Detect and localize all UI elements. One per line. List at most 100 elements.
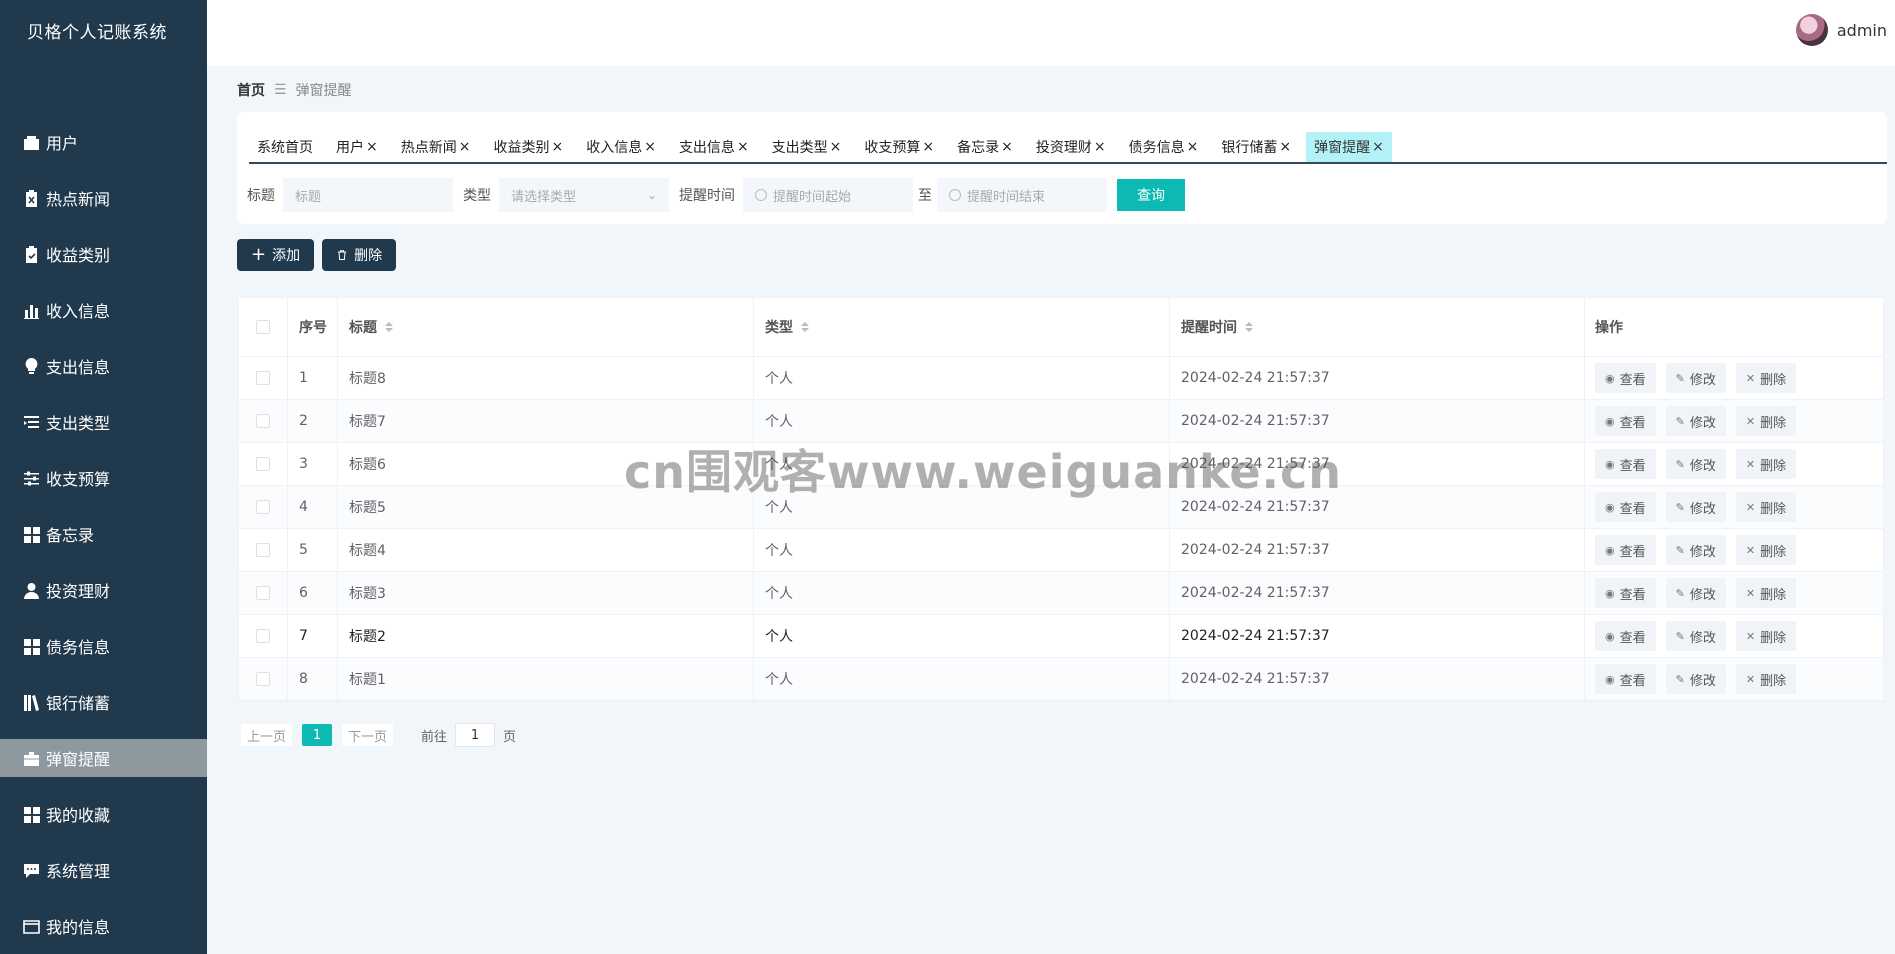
next-page-button[interactable]: 下一页 (342, 724, 394, 746)
eye-icon: ◉ (1605, 629, 1615, 643)
row-checkbox[interactable] (256, 414, 270, 428)
tab-2[interactable]: 热点新闻 × (392, 132, 479, 162)
row-delete-button[interactable]: ✕ 删除 (1735, 664, 1797, 694)
sidebar-item-3[interactable]: 收入信息 (0, 291, 207, 329)
user-menu[interactable]: admin (1795, 14, 1887, 46)
close-icon[interactable]: × (551, 139, 563, 155)
view-button[interactable]: ◉ 查看 (1595, 406, 1656, 436)
tab-9[interactable]: 投资理财 × (1027, 132, 1114, 162)
sidebar-item-9[interactable]: 债务信息 (0, 627, 207, 665)
sidebar-item-8[interactable]: 投资理财 (0, 571, 207, 609)
sort-icon[interactable] (801, 322, 809, 332)
edit-button[interactable]: ✎ 修改 (1665, 578, 1726, 608)
select-all-checkbox[interactable] (256, 320, 270, 334)
close-icon[interactable]: × (644, 139, 656, 155)
row-delete-button[interactable]: ✕ 删除 (1735, 535, 1797, 565)
cell-type: 个人 (754, 486, 1170, 528)
tab-3[interactable]: 收益类别 × (485, 132, 572, 162)
tab-5[interactable]: 支出信息 × (670, 132, 757, 162)
view-button[interactable]: ◉ 查看 (1595, 621, 1656, 651)
tab-10[interactable]: 债务信息 × (1120, 132, 1207, 162)
view-button[interactable]: ◉ 查看 (1595, 535, 1656, 565)
sort-icon[interactable] (385, 322, 393, 332)
sidebar-item-4[interactable]: 支出信息 (0, 347, 207, 385)
tab-underline (249, 162, 1887, 164)
avatar[interactable] (1795, 14, 1828, 46)
sidebar-item-14[interactable]: 我的信息 (0, 907, 207, 945)
edit-button[interactable]: ✎ 修改 (1665, 621, 1726, 651)
close-icon[interactable]: × (1372, 139, 1384, 155)
tab-7[interactable]: 收支预算 × (856, 132, 943, 162)
tab-4[interactable]: 收入信息 × (578, 132, 664, 162)
tab-11[interactable]: 银行储蓄 × (1213, 132, 1300, 162)
row-checkbox[interactable] (256, 457, 270, 471)
edit-button[interactable]: ✎ 修改 (1665, 492, 1726, 522)
view-button[interactable]: ◉ 查看 (1595, 492, 1656, 522)
tab-0[interactable]: 系统首页 (249, 132, 321, 162)
view-button[interactable]: ◉ 查看 (1595, 449, 1656, 479)
close-icon[interactable]: × (459, 139, 471, 155)
tab-8[interactable]: 备忘录 × (949, 132, 1021, 162)
row-checkbox[interactable] (256, 629, 270, 643)
sidebar-item-6[interactable]: 收支预算 (0, 459, 207, 497)
sidebar-item-10[interactable]: 银行储蓄 (0, 683, 207, 721)
type-select[interactable]: 请选择类型 ⌄ (499, 178, 669, 212)
query-button[interactable]: 查询 (1117, 179, 1185, 211)
close-icon[interactable]: × (737, 139, 749, 155)
edit-button[interactable]: ✎ 修改 (1665, 449, 1726, 479)
username[interactable]: admin (1837, 21, 1887, 40)
edit-button[interactable]: ✎ 修改 (1665, 664, 1726, 694)
edit-button[interactable]: ✎ 修改 (1665, 535, 1726, 565)
edit-icon: ✎ (1675, 414, 1685, 428)
view-button[interactable]: ◉ 查看 (1595, 363, 1656, 393)
goto-page-input[interactable]: 1 (455, 723, 496, 747)
row-delete-button[interactable]: ✕ 删除 (1735, 621, 1797, 651)
time-start-input[interactable]: 提醒时间起始 (743, 178, 913, 212)
edit-button[interactable]: ✎ 修改 (1665, 363, 1726, 393)
sidebar-item-13[interactable]: 系统管理 (0, 851, 207, 889)
tab-1[interactable]: 用户 × (328, 132, 386, 162)
row-delete-button[interactable]: ✕ 删除 (1735, 492, 1797, 522)
close-icon[interactable]: × (922, 139, 934, 155)
view-button[interactable]: ◉ 查看 (1595, 664, 1656, 694)
close-icon[interactable]: × (1001, 139, 1013, 155)
close-icon[interactable]: × (1187, 139, 1199, 155)
close-icon[interactable]: × (1094, 139, 1106, 155)
row-delete-button[interactable]: ✕ 删除 (1735, 406, 1797, 436)
row-delete-button[interactable]: ✕ 删除 (1735, 363, 1797, 393)
row-delete-button[interactable]: ✕ 删除 (1735, 449, 1797, 479)
sort-icon[interactable] (1245, 322, 1253, 332)
title-input[interactable]: 标题 (283, 178, 453, 212)
edit-button[interactable]: ✎ 修改 (1665, 406, 1726, 436)
time-end-input[interactable]: 提醒时间结束 (937, 178, 1107, 212)
header-title[interactable]: 标题 (338, 298, 754, 356)
page-number-current[interactable]: 1 (302, 724, 333, 746)
close-icon[interactable]: × (1279, 139, 1291, 155)
header-type[interactable]: 类型 (754, 298, 1170, 356)
row-checkbox[interactable] (256, 586, 270, 600)
row-delete-button[interactable]: ✕ 删除 (1735, 578, 1797, 608)
cell-time: 2024-02-24 21:57:37 (1170, 486, 1585, 528)
tab-6[interactable]: 支出类型 × (763, 132, 850, 162)
close-icon[interactable]: × (366, 139, 378, 155)
sidebar-item-2[interactable]: 收益类别 (0, 235, 207, 273)
row-checkbox[interactable] (256, 500, 270, 514)
sidebar-item-7[interactable]: 备忘录 (0, 515, 207, 553)
row-checkbox[interactable] (256, 371, 270, 385)
row-checkbox[interactable] (256, 672, 270, 686)
add-button[interactable]: + 添加 (237, 239, 315, 271)
breadcrumb-home[interactable]: 首页 (237, 80, 265, 100)
sidebar-item-12[interactable]: 我的收藏 (0, 795, 207, 833)
breadcrumb-separator-icon: ☰ (274, 82, 287, 98)
tab-12[interactable]: 弹窗提醒 × (1306, 132, 1392, 162)
header-time[interactable]: 提醒时间 (1170, 298, 1585, 356)
sidebar-item-0[interactable]: 用户 (0, 123, 207, 161)
sidebar-item-11[interactable]: 弹窗提醒 (0, 739, 207, 777)
prev-page-button[interactable]: 上一页 (241, 724, 293, 746)
view-button[interactable]: ◉ 查看 (1595, 578, 1656, 608)
delete-button[interactable]: 删除 (322, 239, 397, 271)
sidebar-item-1[interactable]: 热点新闻 (0, 179, 207, 217)
sidebar-item-5[interactable]: 支出类型 (0, 403, 207, 441)
row-checkbox[interactable] (256, 543, 270, 557)
close-icon[interactable]: × (830, 139, 842, 155)
